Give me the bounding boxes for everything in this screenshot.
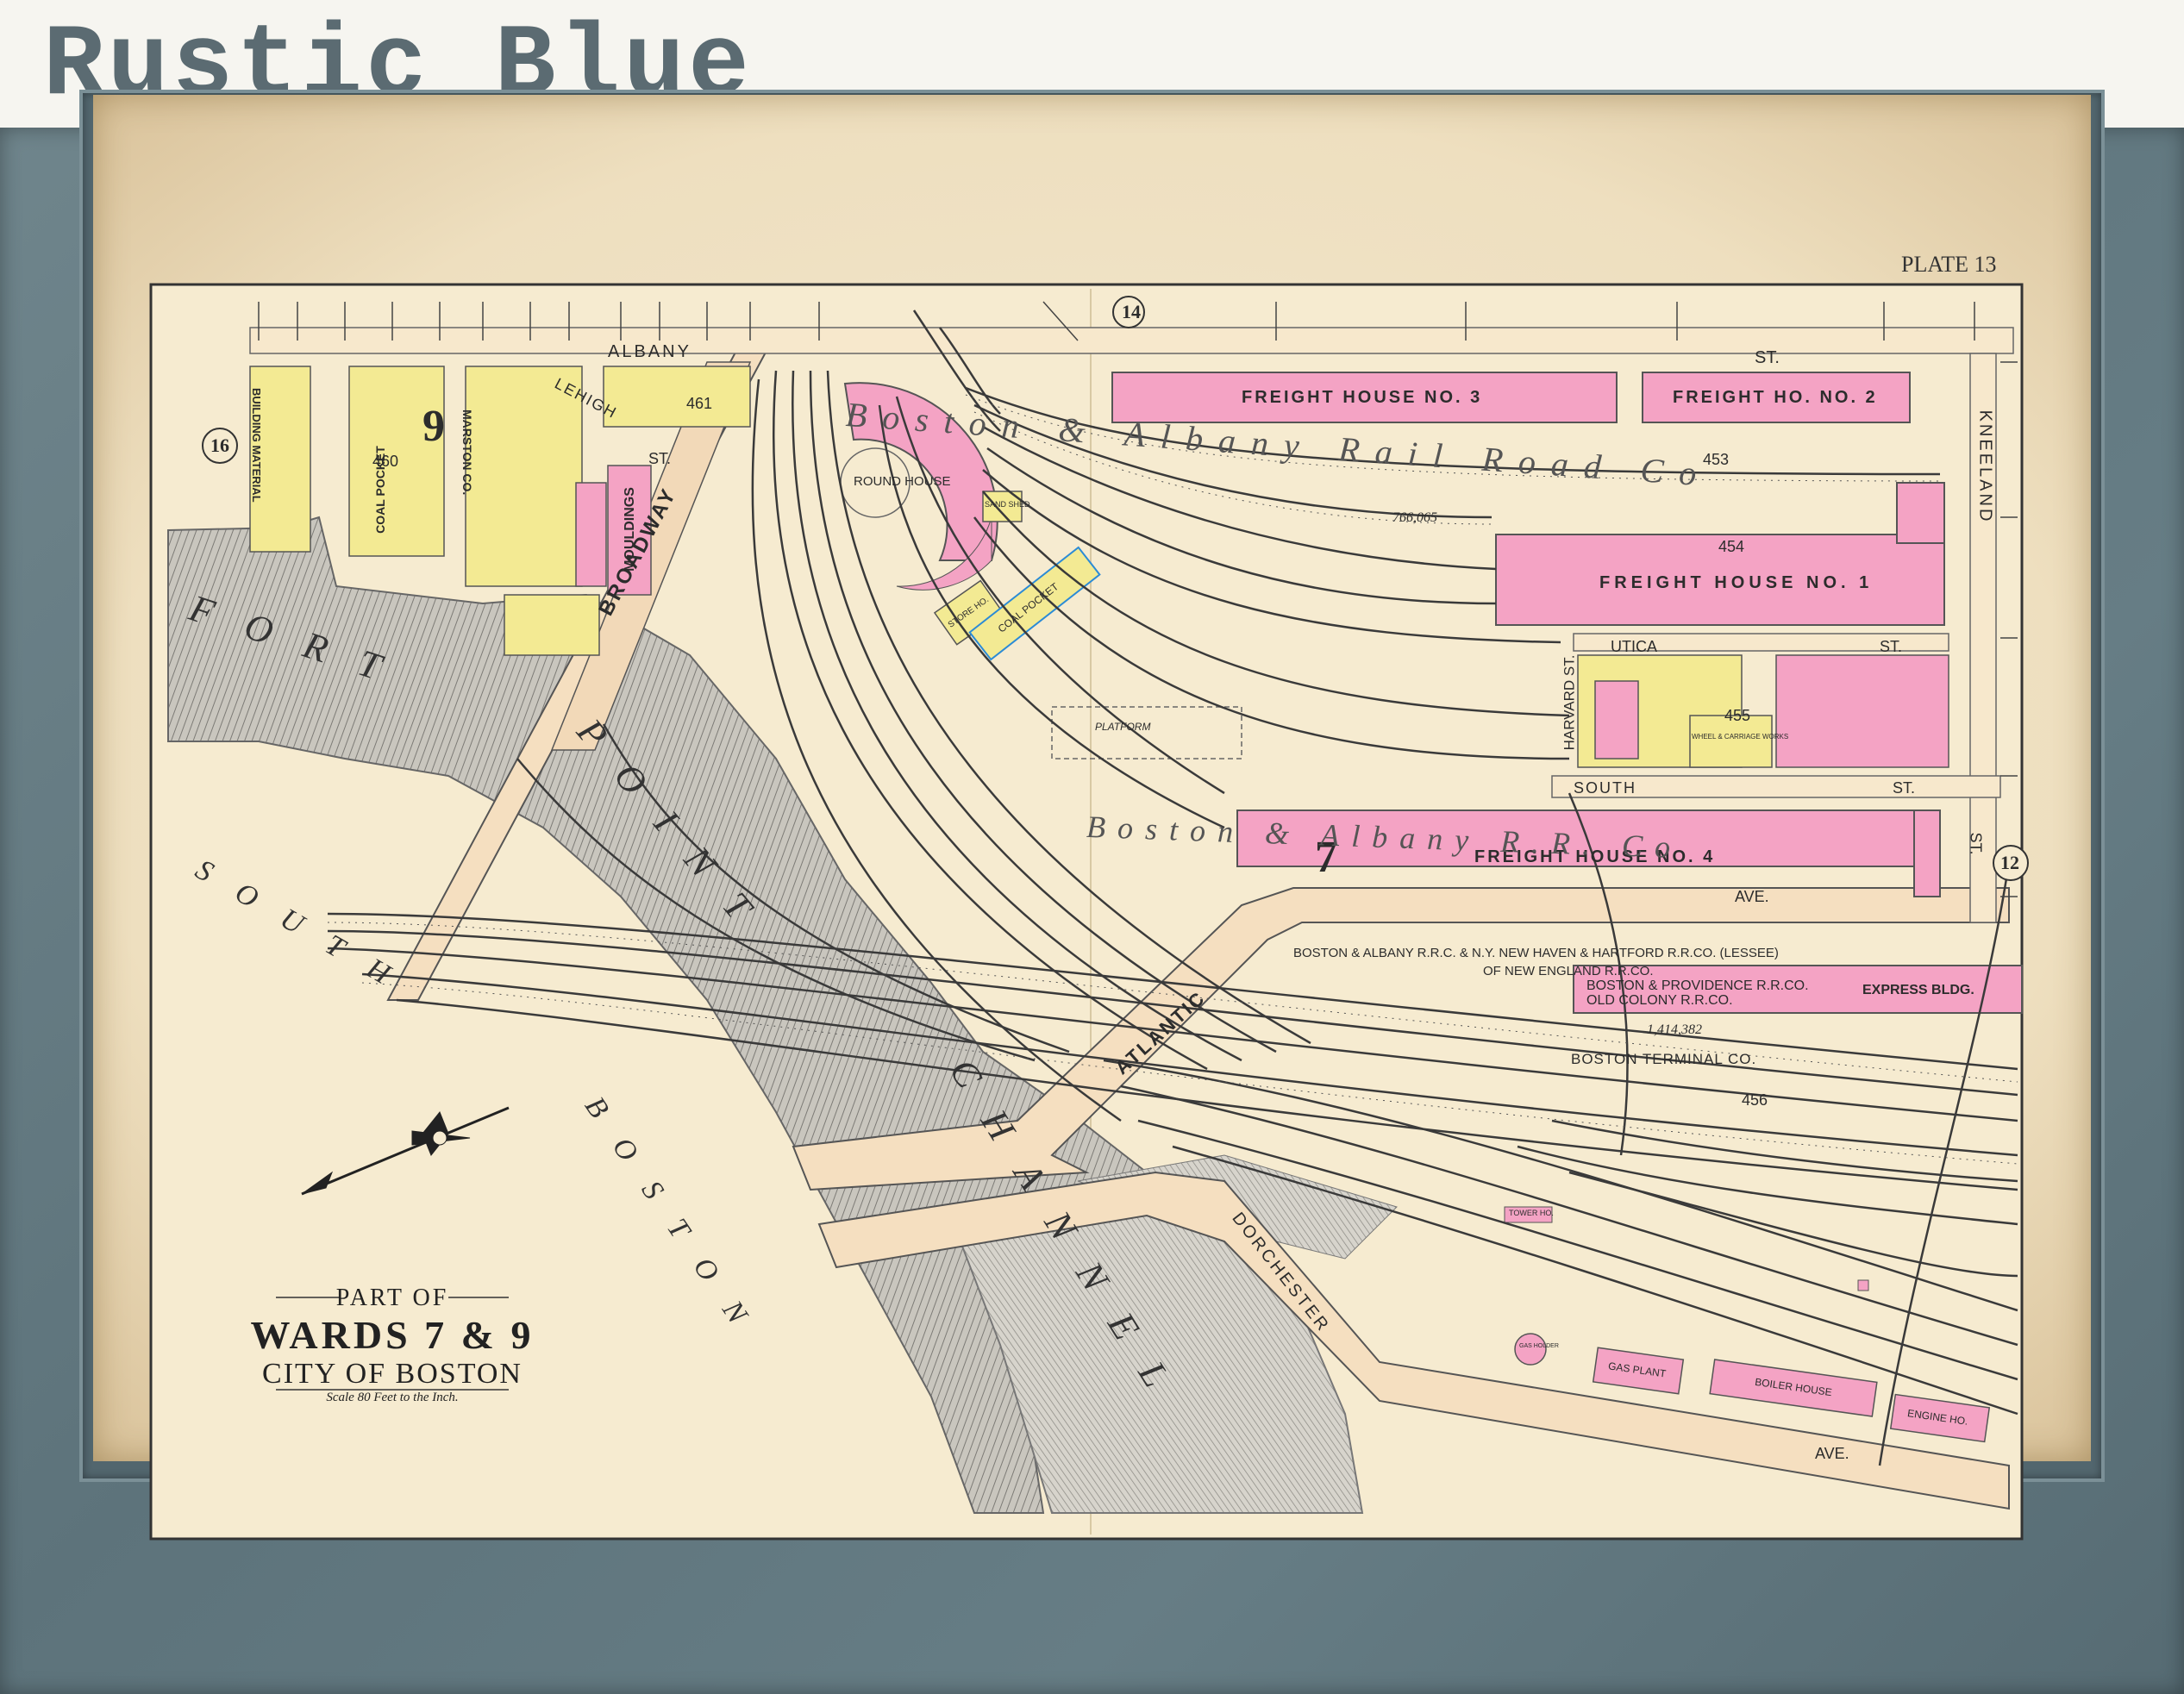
- tower-house-label: TOWER HO.: [1509, 1209, 1554, 1217]
- lot-461: 461: [686, 395, 713, 412]
- lot-454: 454: [1718, 538, 1745, 555]
- freight-house-4-end: [1913, 809, 1941, 897]
- gas-holder-label: GAS HOLDER: [1519, 1343, 1559, 1349]
- street-kneeland-st: ST.: [1967, 832, 1985, 855]
- title-city: CITY OF BOSTON: [262, 1358, 523, 1390]
- terminal-line-3: BOSTON & PROVIDENCE R.R.CO.: [1586, 978, 1809, 993]
- title-wards: WARDS 7 & 9: [250, 1313, 535, 1357]
- albany-street-road: [249, 327, 2014, 354]
- platform-label: PLATFORM: [1095, 721, 1151, 733]
- map-title-block: PART OF WARDS 7 & 9 CITY OF BOSTON Scale…: [250, 1285, 535, 1405]
- plate-label: PLATE 13: [1901, 252, 1997, 277]
- small-pink-mark: [1857, 1279, 1869, 1291]
- mouldings-label: MOULDINGS: [622, 487, 637, 572]
- round-house-label: ROUND HOUSE: [854, 474, 951, 489]
- freight-house-1-label: FREIGHT HOUSE NO. 1: [1599, 573, 1874, 592]
- ward-circle-14-label: 14: [1122, 301, 1141, 322]
- freight-house-3-label: FREIGHT HOUSE NO. 3: [1242, 388, 1483, 407]
- building-material-label: BUILDING MATERIAL: [250, 388, 263, 503]
- sand-shed-label: SAND SHED: [985, 500, 1030, 509]
- street-utica: UTICA: [1611, 638, 1657, 655]
- mouldings-adjacent: [575, 482, 607, 587]
- street-utica-st: ST.: [1880, 638, 1903, 655]
- street-albany-st: ST.: [1755, 348, 1780, 367]
- title-part-of: PART OF: [335, 1285, 449, 1311]
- coal-pocket-lot-label: COAL POCKET: [372, 446, 387, 534]
- area-1414382: 1,414,382: [1647, 1022, 1702, 1037]
- ward-circle-12-label: 12: [2000, 852, 2019, 873]
- terminal-line-4: OLD COLONY R.R.CO.: [1586, 993, 1733, 1008]
- gas-holder: [1514, 1333, 1547, 1366]
- street-ave1: AVE.: [1735, 888, 1769, 905]
- map-drawing: [149, 283, 2029, 1541]
- ward-number-9: 9: [422, 402, 445, 451]
- street-albany: ALBANY: [608, 342, 691, 361]
- street-kneeland: KNEELAND: [1975, 409, 1995, 524]
- marston-label: MARSTON CO.: [460, 409, 474, 496]
- street-ave2: AVE.: [1815, 1445, 1849, 1462]
- terminal-line-1: BOSTON & ALBANY R.R.C. & N.Y. NEW HAVEN …: [1293, 946, 1779, 960]
- street-harvard: HARVARD ST.: [1561, 654, 1578, 751]
- title-scale: Scale 80 Feet to the Inch.: [326, 1391, 459, 1404]
- freight-house-1-tower: [1896, 482, 1945, 544]
- terminal-line-2: OF NEW ENGLAND R.R.CO.: [1483, 964, 1654, 978]
- express-building-label: EXPRESS BLDG.: [1862, 983, 1974, 997]
- wheel-works-label: WHEEL & CARRIAGE WORKS: [1692, 733, 1789, 741]
- freight-house-2-label: FREIGHT HO. NO. 2: [1673, 388, 1878, 407]
- street-south: SOUTH: [1574, 779, 1636, 797]
- lot-461: [603, 366, 751, 428]
- marston-lot: [465, 366, 583, 587]
- street-lehigh-st: ST.: [648, 450, 672, 467]
- ward-circle-16-label: 16: [210, 434, 229, 456]
- area-766065: 766,065: [1392, 510, 1437, 525]
- utica-block-pink: [1775, 654, 1949, 768]
- utica-block-left-pink: [1594, 680, 1639, 759]
- street-south-st: ST.: [1893, 779, 1916, 797]
- lot-456: 456: [1742, 1091, 1768, 1109]
- lot-455: 455: [1724, 707, 1751, 724]
- terminal-line-5: BOSTON TERMINAL CO.: [1571, 1051, 1757, 1067]
- lehigh-lots: [504, 594, 600, 656]
